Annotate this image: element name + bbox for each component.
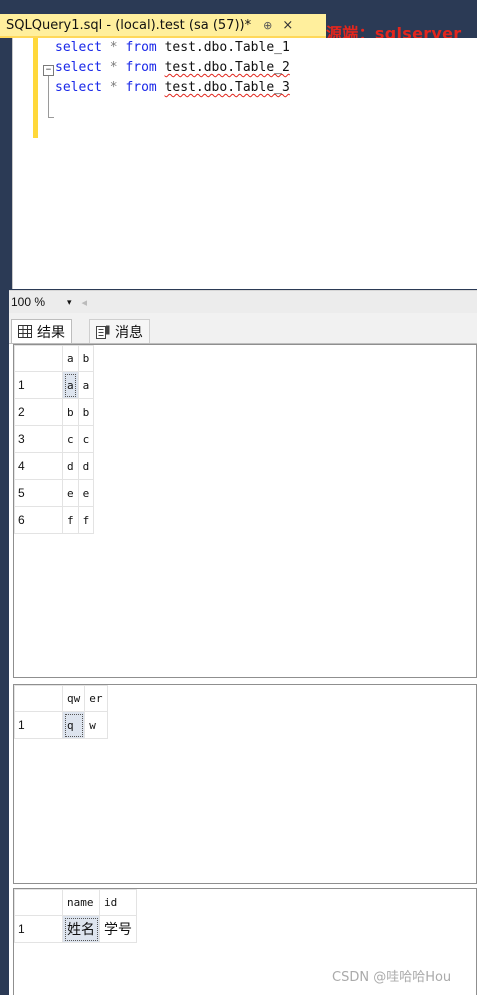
table-cell[interactable]: b (62, 398, 79, 426)
table-identifier: test.dbo.Table_1 (164, 40, 290, 55)
tab-results-label: 结果 (37, 324, 65, 341)
result-table: qw er 1 q w (14, 685, 108, 739)
column-header[interactable]: er (84, 685, 108, 712)
column-header[interactable]: a (62, 345, 79, 372)
table-cell[interactable]: f (62, 506, 79, 534)
table-header-row: name id (14, 889, 137, 916)
table-row: 5 e e (14, 479, 95, 507)
tab-messages[interactable]: 消息 (89, 319, 150, 343)
row-number[interactable]: 1 (14, 711, 63, 739)
keyword: from (125, 40, 157, 55)
row-header-corner (14, 685, 63, 712)
tab-results[interactable]: 结果 (11, 319, 72, 343)
pin-icon[interactable]: ⊕ (263, 19, 272, 32)
outline-guide (48, 76, 49, 118)
column-header[interactable]: qw (61, 685, 86, 712)
result-tabs: 结果 消息 (9, 313, 477, 344)
result-grid-1[interactable]: a b 1 a a 2 b b 3 c c 4 d d 5 e e 6 f f (13, 344, 477, 678)
result-grid-2[interactable]: qw er 1 q w (13, 684, 477, 884)
table-cell[interactable]: e (77, 479, 95, 507)
column-header[interactable]: b (77, 345, 95, 372)
operator: * (109, 80, 118, 95)
code-line-3[interactable]: select * from test.dbo.Table_3 (55, 78, 290, 98)
table-row: 1 q w (14, 711, 108, 739)
row-header-corner (14, 889, 63, 916)
table-cell[interactable]: d (77, 452, 95, 480)
table-row: 6 f f (14, 506, 95, 534)
close-icon[interactable]: × (282, 18, 293, 33)
zoom-bar: 100 % ▾ ◂ (9, 290, 477, 313)
table-cell[interactable]: 学号 (99, 915, 137, 943)
zoom-select[interactable]: 100 % (9, 295, 61, 309)
keyword: select (55, 60, 102, 75)
csdn-watermark: CSDN @哇哈哈Hou (332, 970, 452, 985)
row-header-corner (14, 345, 63, 372)
query-tab-title: SQLQuery1.sql - (local).test (sa (57))* (6, 17, 252, 33)
keyword: select (55, 80, 102, 95)
code-line-1[interactable]: select * from test.dbo.Table_1 (55, 38, 290, 58)
keyword: from (125, 60, 157, 75)
column-header[interactable]: id (99, 889, 137, 916)
table-cell[interactable]: d (62, 452, 79, 480)
editor-margin (13, 38, 31, 289)
messages-icon (96, 325, 110, 339)
column-header[interactable]: name (62, 889, 100, 916)
scroll-left-icon[interactable]: ◂ (82, 296, 88, 309)
row-number[interactable]: 6 (14, 506, 63, 534)
operator: * (109, 60, 118, 75)
keyword: from (125, 80, 157, 95)
table-identifier: test.dbo.Table_3 (164, 80, 290, 95)
results-area: a b 1 a a 2 b b 3 c c 4 d d 5 e e 6 f f … (9, 344, 477, 995)
table-cell[interactable]: 姓名 (62, 915, 100, 943)
result-table: name id 1 姓名 学号 (14, 889, 137, 943)
table-identifier: test.dbo.Table_2 (164, 60, 290, 75)
table-cell[interactable]: f (77, 506, 95, 534)
table-cell[interactable]: a (62, 371, 79, 399)
table-cell[interactable]: c (77, 425, 95, 453)
sql-editor[interactable]: − select * from test.dbo.Table_1 select … (12, 38, 477, 289)
table-row: 1 姓名 学号 (14, 915, 137, 943)
row-number[interactable]: 2 (14, 398, 63, 426)
tab-messages-label: 消息 (115, 324, 143, 341)
query-tab[interactable]: SQLQuery1.sql - (local).test (sa (57))* … (0, 14, 326, 38)
table-cell[interactable]: e (62, 479, 79, 507)
table-cell[interactable]: c (62, 425, 79, 453)
row-number[interactable]: 3 (14, 425, 63, 453)
row-number[interactable]: 5 (14, 479, 63, 507)
table-cell[interactable]: q (61, 711, 86, 739)
table-cell[interactable]: a (77, 371, 95, 399)
grid-icon (18, 325, 32, 338)
table-row: 1 a a (14, 371, 95, 399)
table-header-row: qw er (14, 685, 108, 712)
row-number[interactable]: 4 (14, 452, 63, 480)
keyword: select (55, 40, 102, 55)
code-line-2[interactable]: select * from test.dbo.Table_2 (55, 58, 290, 78)
operator: * (109, 40, 118, 55)
table-row: 2 b b (14, 398, 95, 426)
table-row: 3 c c (14, 425, 95, 453)
table-cell[interactable]: w (84, 711, 108, 739)
row-number[interactable]: 1 (14, 371, 63, 399)
table-row: 4 d d (14, 452, 95, 480)
result-table: a b 1 a a 2 b b 3 c c 4 d d 5 e e 6 f f (14, 345, 95, 534)
chevron-down-icon[interactable]: ▾ (67, 297, 72, 308)
change-indicator-bar (33, 38, 38, 138)
outline-guide-end (48, 117, 54, 118)
table-header-row: a b (14, 345, 95, 372)
row-number[interactable]: 1 (14, 915, 63, 943)
collapse-icon[interactable]: − (43, 65, 54, 76)
table-cell[interactable]: b (77, 398, 95, 426)
